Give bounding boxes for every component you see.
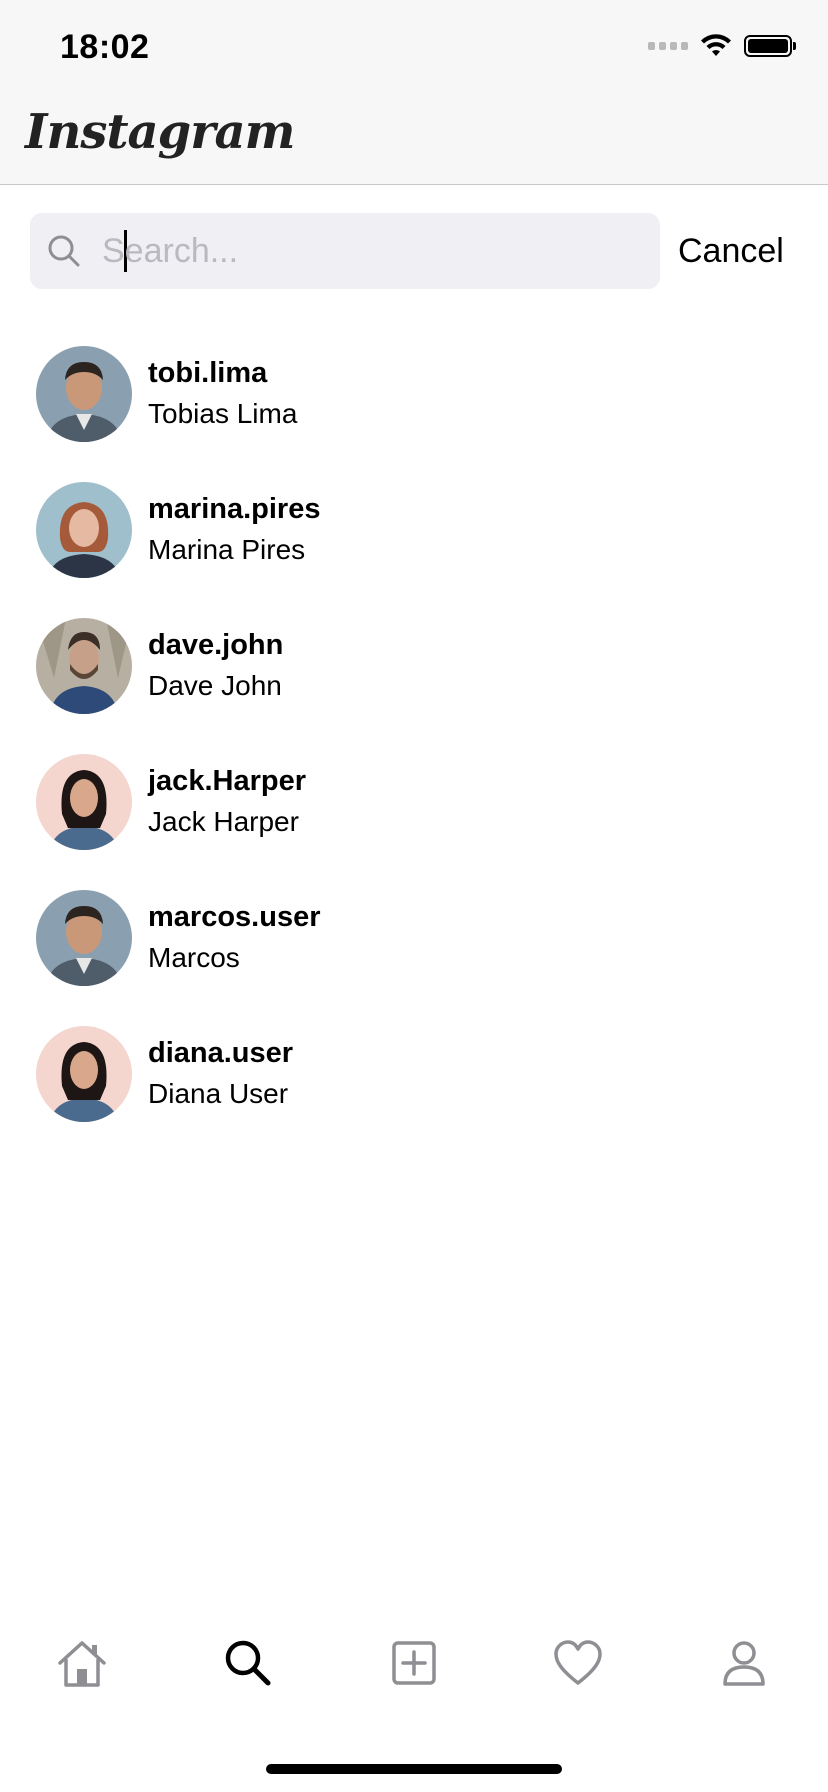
- avatar: [36, 618, 132, 714]
- full-name: Diana User: [148, 1078, 289, 1109]
- tab-bar: [0, 1618, 828, 1708]
- search-results-list: tobi.lima Tobias Lima marina.pires Marin…: [0, 340, 828, 1156]
- avatar-woman-redhair: [36, 482, 132, 578]
- list-item[interactable]: marina.pires Marina Pires: [0, 476, 828, 612]
- battery-icon: [744, 35, 796, 57]
- profile-icon: [723, 1641, 765, 1686]
- wifi-icon: [701, 34, 731, 56]
- avatar: [36, 1026, 132, 1122]
- username: diana.user: [148, 1037, 294, 1069]
- username: marcos.user: [148, 901, 321, 933]
- avatar: [36, 890, 132, 986]
- status-icons: [648, 34, 796, 58]
- avatar-woman-darkhair: [36, 1026, 132, 1122]
- add-post-icon: [392, 1641, 436, 1685]
- status-time: 18:02: [60, 28, 150, 66]
- home-icon: [58, 1641, 106, 1687]
- heart-icon: [554, 1640, 602, 1685]
- search-row: Cancel: [0, 213, 828, 289]
- full-name: Marcos: [148, 942, 240, 973]
- list-item[interactable]: dave.john Dave John: [0, 612, 828, 748]
- tab-activity[interactable]: [538, 1618, 618, 1708]
- avatar: [36, 346, 132, 442]
- search-input[interactable]: [94, 213, 644, 289]
- search-icon: [48, 235, 80, 267]
- tab-add-post[interactable]: [374, 1618, 454, 1708]
- home-indicator: [266, 1764, 562, 1774]
- tab-home[interactable]: [42, 1618, 122, 1708]
- status-bar: 18:02: [0, 0, 828, 100]
- full-name: Dave John: [148, 670, 282, 701]
- username: tobi.lima: [148, 357, 268, 389]
- search-field[interactable]: [30, 213, 660, 289]
- tab-search[interactable]: [208, 1618, 288, 1708]
- avatar-man-blazer: [36, 346, 132, 442]
- avatar: [36, 754, 132, 850]
- avatar: [36, 482, 132, 578]
- nav-bar: Instagram: [0, 100, 828, 185]
- app-logo: Instagram: [25, 104, 295, 160]
- full-name: Marina Pires: [148, 534, 306, 565]
- list-item[interactable]: marcos.user Marcos: [0, 884, 828, 1020]
- search-icon: [225, 1640, 271, 1686]
- username: dave.john: [148, 629, 284, 661]
- list-item[interactable]: tobi.lima Tobias Lima: [0, 340, 828, 476]
- list-item[interactable]: jack.Harper Jack Harper: [0, 748, 828, 884]
- avatar-woman-darkhair: [36, 754, 132, 850]
- cancel-button[interactable]: Cancel: [678, 213, 784, 289]
- username: marina.pires: [148, 493, 321, 525]
- avatar-man-blazer: [36, 890, 132, 986]
- tab-profile[interactable]: [704, 1618, 784, 1708]
- avatar-man-beard-outdoor: [36, 618, 132, 714]
- list-item[interactable]: diana.user Diana User: [0, 1020, 828, 1156]
- username: jack.Harper: [148, 765, 306, 797]
- signal-icon: [648, 42, 688, 50]
- full-name: Tobias Lima: [148, 398, 298, 429]
- full-name: Jack Harper: [148, 806, 299, 837]
